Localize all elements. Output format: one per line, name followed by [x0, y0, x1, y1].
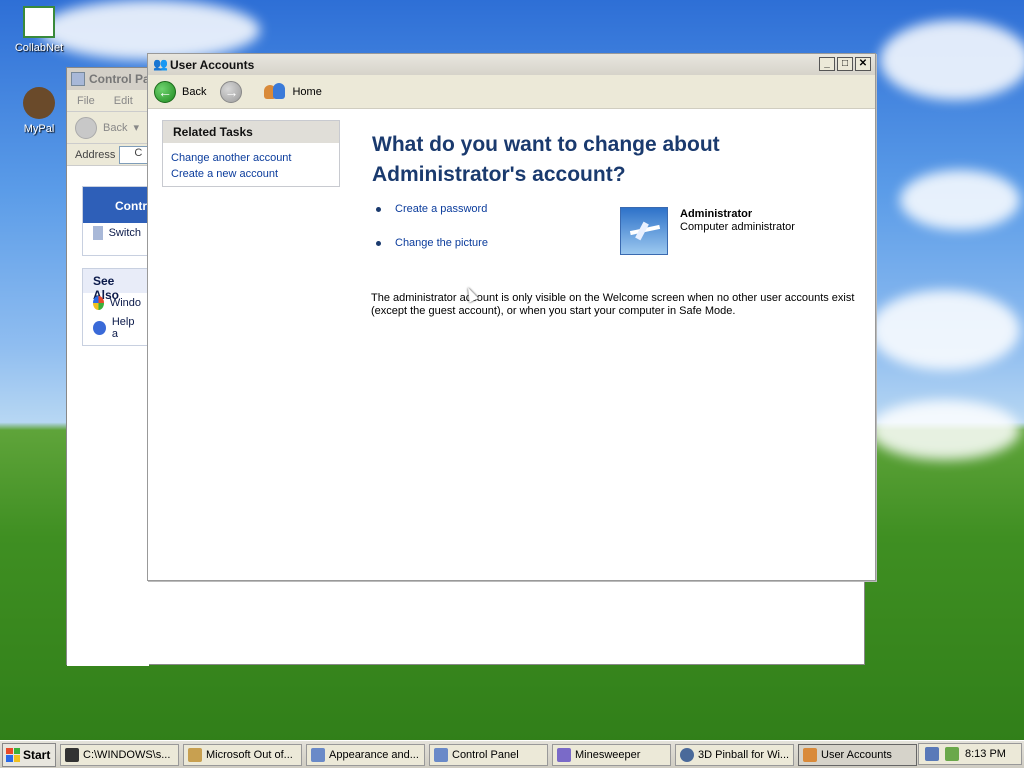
admin-visibility-note: The administrator account is only visibl… [371, 292, 855, 317]
back-button[interactable]: Back [182, 86, 206, 98]
account-type: Computer administrator [680, 221, 795, 233]
user-accounts-icon: 👥 [153, 57, 168, 71]
panel-header: Contr [83, 187, 151, 223]
address-input[interactable]: C [119, 145, 150, 164]
window-title: User Accounts [170, 58, 255, 72]
panel-title: Contr [115, 199, 147, 213]
page-title: What do you want to change about Adminis… [372, 133, 720, 186]
control-panel-icon [434, 747, 448, 762]
taskbar-button-user-accounts[interactable]: User Accounts [798, 743, 917, 766]
taskbar-button-label: 3D Pinball for Wi... [698, 748, 790, 761]
cmd-icon [65, 747, 79, 762]
bullet-icon [376, 206, 381, 212]
see-also-box: See Also Windo Help a [82, 268, 152, 346]
create-new-account-link[interactable]: Create a new account [163, 166, 339, 182]
pinball-icon [680, 747, 694, 762]
user-accounts-content: Related Tasks Change another account Cre… [148, 110, 875, 580]
minimize-button[interactable]: _ [819, 57, 835, 71]
window-title: Control Pa [89, 72, 150, 86]
taskbar-button-label: User Accounts [821, 748, 892, 761]
taskbar: Start C:\WINDOWS\s... Microsoft Out of..… [0, 740, 1024, 768]
desktop-icon-mypal[interactable]: MyPal [4, 87, 74, 135]
minesweeper-icon [557, 747, 571, 762]
related-tasks-box: Related Tasks Change another account Cre… [162, 120, 340, 187]
switch-link[interactable]: Switch [83, 223, 151, 243]
account-name: Administrator [680, 208, 753, 220]
start-label: Start [23, 747, 51, 762]
start-button[interactable]: Start [2, 742, 56, 767]
taskbar-button-label: Microsoft Out of... [206, 748, 293, 761]
control-panel-task-box: Contr Switch [82, 186, 152, 256]
see-also-label: Windo [109, 297, 141, 309]
address-label: Address [75, 148, 116, 161]
user-accounts-icon [803, 747, 817, 762]
see-also-header: See Also [83, 269, 151, 302]
desktop-icon-collabnet[interactable]: CollabNet [4, 6, 74, 54]
network-icon[interactable] [925, 747, 939, 761]
taskbar-button-control-panel[interactable]: Control Panel [429, 743, 548, 766]
clock[interactable]: 8:13 PM [965, 748, 1006, 760]
change-picture-option[interactable]: Change the picture [376, 237, 488, 249]
taskbar-button-label: Minesweeper [575, 748, 641, 761]
switch-icon [93, 226, 103, 240]
menu-file[interactable]: File [77, 95, 95, 107]
home-button[interactable]: Home [292, 86, 321, 98]
toolbar: ← Back → Home [148, 75, 875, 109]
forward-arrow-icon[interactable]: → [220, 80, 243, 103]
collabnet-icon [23, 6, 55, 38]
address-value: C [134, 146, 143, 159]
close-button[interactable]: ✕ [855, 57, 871, 71]
related-tasks-header: Related Tasks [163, 121, 339, 143]
windows-flag-icon [6, 747, 20, 762]
taskbar-button-minesweeper[interactable]: Minesweeper [552, 743, 671, 766]
menu-edit[interactable]: Edit [114, 95, 133, 107]
back-arrow-icon[interactable] [75, 116, 97, 139]
taskbar-button-outlook[interactable]: Microsoft Out of... [183, 743, 302, 766]
taskbar-button-label: Appearance and... [329, 748, 419, 761]
maximize-button[interactable]: □ [837, 57, 853, 71]
see-also-label: Help a [111, 316, 135, 340]
help-icon [93, 321, 106, 335]
window-controls: _ □ ✕ [819, 57, 871, 71]
taskbar-button-cmd[interactable]: C:\WINDOWS\s... [60, 743, 179, 766]
task-pane: Contr Switch See Also Windo Help a [67, 178, 152, 666]
control-panel-icon [311, 747, 325, 762]
desktop-icon-label: MyPal [23, 123, 55, 135]
volume-icon[interactable] [945, 747, 959, 761]
windows-icon [93, 296, 104, 310]
user-accounts-titlebar[interactable]: 👥 User Accounts _ □ ✕ [148, 54, 875, 75]
taskbar-button-pinball[interactable]: 3D Pinball for Wi... [675, 743, 794, 766]
user-accounts-window[interactable]: 👥 User Accounts _ □ ✕ ← Back → Home Rela… [147, 53, 876, 581]
taskbar-button-appearance[interactable]: Appearance and... [306, 743, 425, 766]
chevron-down-icon[interactable]: ▾ [133, 121, 139, 134]
control-panel-icon [71, 72, 85, 86]
create-password-option[interactable]: Create a password [376, 203, 487, 215]
see-also-item-help[interactable]: Help a [83, 313, 151, 343]
switch-label: Switch [108, 227, 141, 239]
taskbar-button-label: C:\WINDOWS\s... [83, 748, 171, 761]
taskbar-button-label: Control Panel [452, 748, 519, 761]
account-picture-airplane-icon [620, 207, 668, 255]
back-label[interactable]: Back [103, 122, 127, 134]
outlook-icon [188, 747, 202, 762]
create-password-link[interactable]: Create a password [395, 203, 487, 215]
mypal-icon [23, 87, 55, 119]
system-tray: 8:13 PM [918, 743, 1022, 765]
bullet-icon [376, 240, 381, 246]
home-icon[interactable] [264, 82, 286, 102]
back-arrow-icon[interactable]: ← [154, 80, 176, 103]
desktop-icon-label: CollabNet [14, 42, 64, 54]
change-another-account-link[interactable]: Change another account [163, 150, 339, 166]
change-picture-link[interactable]: Change the picture [395, 237, 488, 249]
